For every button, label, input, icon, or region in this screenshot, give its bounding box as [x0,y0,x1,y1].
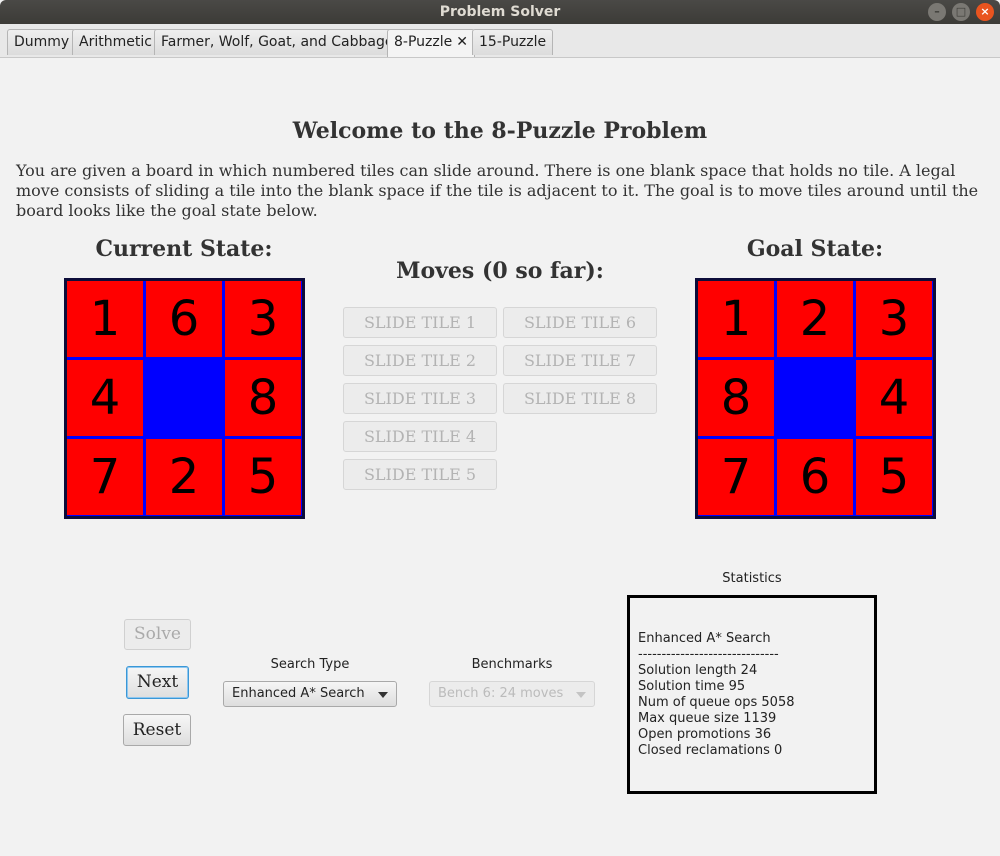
solve-button[interactable]: Solve [124,619,191,650]
stats-separator: ------------------------------ [638,647,779,662]
slide-tile-7-button[interactable]: SLIDE TILE 7 [503,345,657,376]
slide-tile-8-button[interactable]: SLIDE TILE 8 [503,383,657,414]
stat-value: 95 [728,679,746,694]
window-controls: – □ × [928,3,994,21]
goal-tile: 2 [777,281,853,357]
statistics-label: Statistics [722,571,782,586]
stat-name: Solution length [638,663,737,678]
goal-tile: 3 [856,281,932,357]
window-titlebar: Problem Solver – □ × [0,0,1000,24]
search-type-label: Search Type [270,657,350,672]
goal-tile: 8 [698,360,774,436]
tab-close-icon[interactable]: ✕ [456,34,468,50]
minimize-icon[interactable]: – [928,3,946,21]
current-tile: 2 [146,439,222,515]
stat-name: Solution time [638,679,725,694]
tab-label: Dummy [14,34,70,50]
current-tile: 1 [67,281,143,357]
moves-title: Moves (0 so far): [396,258,604,284]
next-button[interactable]: Next [126,666,189,699]
problem-description: You are given a board in which numbered … [16,161,979,220]
search-type-value: Enhanced A* Search [232,686,365,701]
stat-name: Closed reclamations [638,743,770,758]
slide-tile-2-button[interactable]: SLIDE TILE 2 [343,345,497,376]
tab-dummy[interactable]: Dummy [7,29,77,55]
goal-tile: 7 [698,439,774,515]
stat-value: 24 [740,663,758,678]
reset-button[interactable]: Reset [123,714,191,746]
stat-row: Closed reclamations 0 [638,743,874,759]
tab-farmer-wolf-goat-cabbage[interactable]: Farmer, Wolf, Goat, and Cabbage [154,29,401,55]
stat-row: Num of queue ops 5058 [638,695,874,711]
tab-label: 15-Puzzle [479,34,547,50]
tab-label: Arithmetic [79,34,152,50]
current-state-title: Current State: [95,236,273,262]
stat-value: 5058 [761,695,795,710]
current-tile: 6 [146,281,222,357]
goal-tile: 1 [698,281,774,357]
goal-tile: 5 [856,439,932,515]
current-blank-tile [146,360,222,436]
stat-name: Max queue size [638,711,740,726]
current-tile: 8 [225,360,301,436]
stat-value: 1139 [743,711,777,726]
stat-name: Num of queue ops [638,695,758,710]
window-title: Problem Solver [439,4,561,20]
tab-label: 8-Puzzle [394,34,453,50]
close-window-icon[interactable]: × [976,3,994,21]
goal-blank-tile [777,360,853,436]
current-state-board: 1 6 3 4 8 7 2 5 [64,278,305,519]
chevron-down-icon [378,692,388,698]
goal-state-title: Goal State: [746,236,884,262]
tab-15-puzzle[interactable]: 15-Puzzle [472,29,554,55]
chevron-down-icon [576,692,586,698]
stat-name: Open promotions [638,727,751,742]
current-tile: 5 [225,439,301,515]
stat-value: 0 [774,743,783,758]
slide-tile-5-button[interactable]: SLIDE TILE 5 [343,459,497,490]
goal-tile: 4 [856,360,932,436]
tab-label: Farmer, Wolf, Goat, and Cabbage [161,34,394,50]
statistics-panel: Enhanced A* Search ---------------------… [627,595,877,794]
slide-tile-6-button[interactable]: SLIDE TILE 6 [503,307,657,338]
current-tile: 4 [67,360,143,436]
stats-method: Enhanced A* Search [638,631,771,646]
slide-tile-3-button[interactable]: SLIDE TILE 3 [343,383,497,414]
benchmarks-label: Benchmarks [471,657,553,672]
stat-value: 36 [754,727,772,742]
maximize-icon[interactable]: □ [952,3,970,21]
stat-row: Solution time 95 [638,679,874,695]
stat-row: Max queue size 1139 [638,711,874,727]
page-title: Welcome to the 8-Puzzle Problem [292,118,708,144]
slide-tile-4-button[interactable]: SLIDE TILE 4 [343,421,497,452]
stat-row: Solution length 24 [638,663,874,679]
tab-8-puzzle[interactable]: 8-Puzzle ✕ [387,29,475,57]
slide-tile-1-button[interactable]: SLIDE TILE 1 [343,307,497,338]
benchmarks-value: Bench 6: 24 moves [438,686,564,701]
current-tile: 7 [67,439,143,515]
goal-tile: 6 [777,439,853,515]
goal-state-board: 1 2 3 8 4 7 6 5 [695,278,936,519]
search-type-select[interactable]: Enhanced A* Search [223,681,397,707]
current-tile: 3 [225,281,301,357]
tab-bar: Dummy Arithmetic Farmer, Wolf, Goat, and… [0,24,1000,58]
tab-arithmetic[interactable]: Arithmetic [72,29,159,55]
benchmarks-select[interactable]: Bench 6: 24 moves [429,681,595,707]
stat-row: Open promotions 36 [638,727,874,743]
